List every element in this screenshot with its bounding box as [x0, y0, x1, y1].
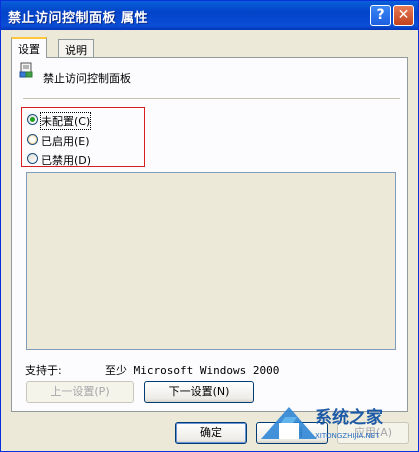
settings-text-area — [26, 172, 396, 350]
supported-value: 至少 Microsoft Windows 2000 — [105, 364, 280, 377]
help-icon: ? — [376, 7, 385, 23]
window-title: 禁止访问控制面板 属性 — [8, 11, 149, 26]
watermark-domain: XITONGZHIJIA.NET — [315, 432, 380, 440]
watermark-brand: 系统之家 — [315, 407, 383, 428]
watermark-logo: 系统之家 XITONGZHIJIA.NET — [261, 407, 383, 440]
tab-explain-label: 说明 — [65, 44, 87, 57]
supported-label: 支持于: — [25, 364, 62, 377]
previous-setting-button[interactable]: 上一设置(P) — [26, 381, 134, 403]
ok-button[interactable]: 确定 — [175, 422, 247, 444]
next-setting-button[interactable]: 下一设置(N) — [144, 381, 254, 403]
properties-dialog: 禁止访问控制面板 属性 ? ✕ 设置 说明 禁止访问控制面板 未配置(C) 已启… — [0, 0, 419, 452]
help-button[interactable]: ? — [370, 5, 391, 26]
tab-settings-label: 设置 — [18, 43, 40, 56]
close-icon: ✕ — [397, 7, 410, 23]
separator — [23, 98, 400, 100]
radio-not-configured-label: 未配置(C) — [39, 112, 92, 130]
tab-explain[interactable]: 说明 — [58, 39, 94, 58]
policy-scroll-icon — [19, 62, 33, 78]
radio-selected-icon[interactable] — [27, 114, 38, 125]
tab-settings[interactable]: 设置 — [11, 37, 47, 58]
radio-enabled-label: 已启用(E) — [41, 135, 90, 148]
radio-icon[interactable] — [27, 134, 38, 145]
radio-icon[interactable] — [27, 153, 38, 164]
policy-name: 禁止访问控制面板 — [43, 72, 131, 85]
title-bar[interactable]: 禁止访问控制面板 属性 ? ✕ — [1, 1, 418, 30]
radio-disabled-label: 已禁用(D) — [41, 154, 92, 167]
close-button[interactable]: ✕ — [393, 5, 414, 26]
